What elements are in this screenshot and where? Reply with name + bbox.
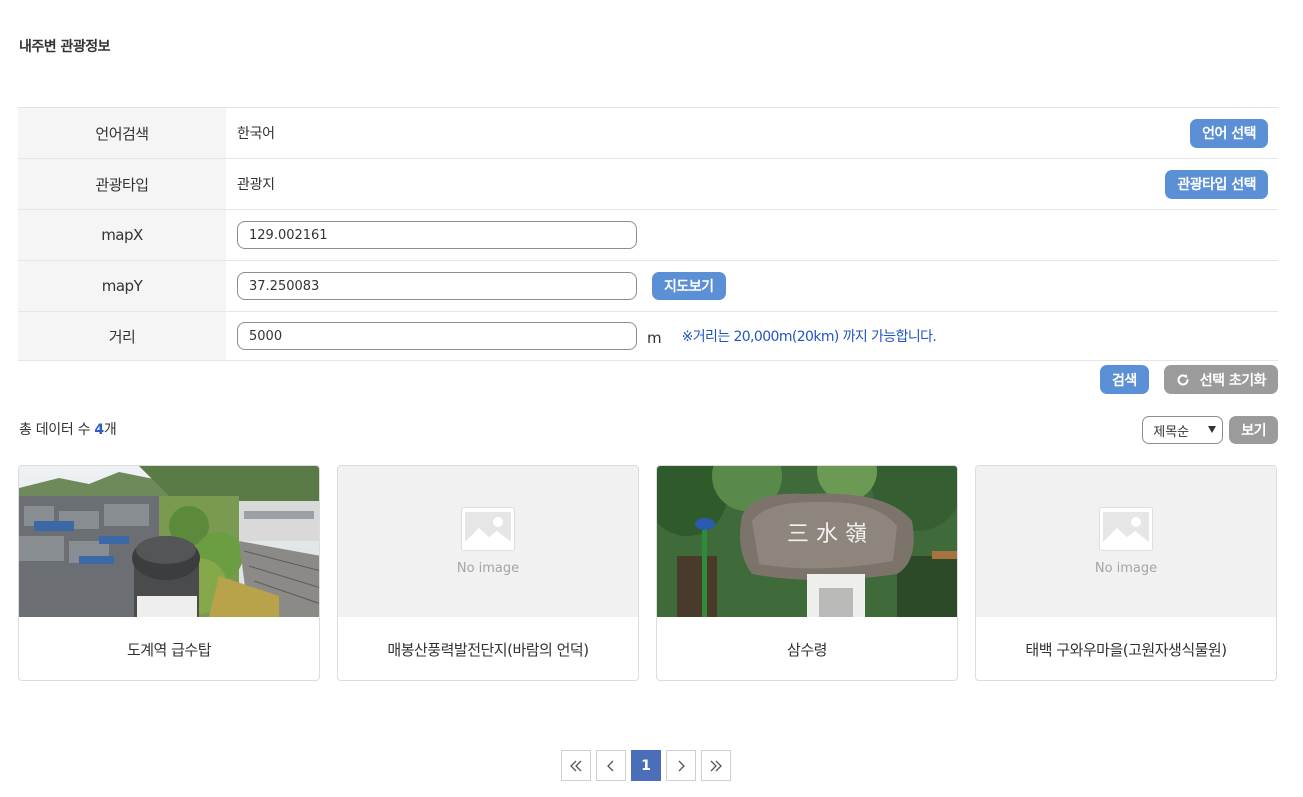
language-value: 한국어 xyxy=(237,126,275,142)
tour-type-row: 관광타입 관광지 관광타입 선택 xyxy=(18,159,1278,210)
search-button[interactable]: 검색 xyxy=(1099,365,1149,394)
pagination: 1 xyxy=(561,750,731,781)
view-button[interactable]: 보기 xyxy=(1229,416,1278,444)
double-chevron-left-icon xyxy=(570,760,582,771)
action-bar: 검색 선택 초기화 xyxy=(1099,365,1278,394)
tour-type-value: 관광지 xyxy=(237,177,275,193)
total-count: 총 데이터 수 4개 xyxy=(19,422,117,438)
result-card[interactable]: No image 매봉산풍력발전단지(바람의 언덕) xyxy=(337,465,639,681)
map-x-row: mapX xyxy=(18,210,1278,261)
sort-bar: 제목순 보기 xyxy=(1142,416,1278,444)
chevron-right-icon xyxy=(678,760,685,771)
svg-text:三 水 嶺: 三 水 嶺 xyxy=(787,522,867,547)
card-photo: 三 水 嶺 xyxy=(657,466,957,617)
sort-select-value: 제목순 xyxy=(1153,424,1190,440)
page-title: 내주변 관광정보 xyxy=(19,39,111,55)
reset-button[interactable]: 선택 초기화 xyxy=(1163,365,1278,394)
image-placeholder-icon xyxy=(1099,507,1153,551)
no-image-label: No image xyxy=(1094,561,1158,576)
card-photo: No image xyxy=(338,466,638,617)
no-image-label: No image xyxy=(456,561,520,576)
language-select-button[interactable]: 언어 선택 xyxy=(1190,118,1268,148)
sort-select[interactable]: 제목순 xyxy=(1142,416,1224,444)
image-placeholder-icon xyxy=(461,507,515,551)
total-count-number: 4 xyxy=(94,422,104,438)
page-button-current[interactable]: 1 xyxy=(631,750,661,781)
prev-page-button[interactable] xyxy=(596,750,626,781)
map-x-label: mapX xyxy=(18,210,226,260)
result-card[interactable]: 三 水 嶺 삼수령 xyxy=(656,465,958,681)
double-chevron-right-icon xyxy=(710,760,722,771)
map-x-input[interactable] xyxy=(237,221,637,249)
result-card[interactable]: 도계역 급수탑 xyxy=(18,465,320,681)
card-title: 매봉산풍력발전단지(바람의 언덕) xyxy=(387,640,589,659)
card-title: 도계역 급수탑 xyxy=(126,640,212,659)
tour-type-label: 관광타입 xyxy=(18,159,226,209)
caret-down-icon xyxy=(1208,426,1217,433)
language-label: 언어검색 xyxy=(18,108,226,158)
map-y-row: mapY 지도보기 xyxy=(18,261,1278,312)
map-y-input[interactable] xyxy=(237,272,637,300)
chevron-left-icon xyxy=(607,760,614,771)
view-map-button[interactable]: 지도보기 xyxy=(652,272,726,300)
tour-type-select-button[interactable]: 관광타입 선택 xyxy=(1165,169,1268,199)
card-title: 태백 구와우마을(고원자생식물원) xyxy=(1025,640,1227,659)
distance-note: ※거리는 20,000m(20km) 까지 가능합니다. xyxy=(681,329,937,345)
first-page-button[interactable] xyxy=(561,750,591,781)
refresh-icon xyxy=(1176,373,1190,387)
card-photo xyxy=(19,466,319,617)
next-page-button[interactable] xyxy=(666,750,696,781)
search-form: 언어검색 한국어 언어 선택 관광타입 관광지 관광타입 선택 mapX map… xyxy=(18,107,1278,361)
reset-button-label: 선택 초기화 xyxy=(1199,372,1267,389)
language-row: 언어검색 한국어 언어 선택 xyxy=(18,108,1278,159)
distance-row: 거리 m ※거리는 20,000m(20km) 까지 가능합니다. xyxy=(18,312,1278,361)
distance-label: 거리 xyxy=(18,312,226,360)
result-card[interactable]: No image 태백 구와우마을(고원자생식물원) xyxy=(975,465,1277,681)
map-y-label: mapY xyxy=(18,261,226,311)
card-photo: No image xyxy=(976,466,1276,617)
distance-input[interactable] xyxy=(237,322,637,350)
card-title: 삼수령 xyxy=(787,640,827,659)
result-cards: 도계역 급수탑 No image 매봉산풍력발전단지(바람의 언덕) 三 水 嶺… xyxy=(18,465,1277,681)
distance-unit: m xyxy=(647,329,662,347)
last-page-button[interactable] xyxy=(701,750,731,781)
